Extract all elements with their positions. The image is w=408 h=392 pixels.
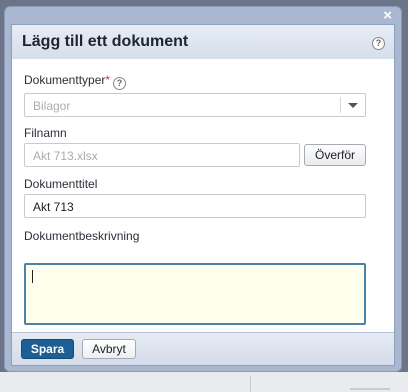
dialog-title: Lägg till ett dokument	[22, 33, 189, 50]
document-description-label: Dokumentbeskrivning	[24, 229, 140, 243]
dialog-titlebar: Lägg till ett dokument ?	[12, 25, 394, 60]
help-icon[interactable]: ?	[113, 77, 127, 90]
document-types-label-text: Dokumenttyper	[24, 73, 106, 87]
text-caret	[32, 270, 33, 283]
document-title-field[interactable]: Akt 713	[24, 194, 366, 218]
background-page-strip	[0, 372, 408, 392]
dialog-footer: Spara Avbryt	[12, 332, 394, 365]
dialog-form: Dokumenttyper*? Bilagor Filnamn Akt 713.…	[12, 59, 394, 333]
add-document-dialog: × Lägg till ett dokument ? Dokumenttyper…	[4, 6, 402, 372]
document-title-label: Dokumenttitel	[24, 177, 98, 191]
close-icon[interactable]: ×	[383, 8, 392, 24]
select-divider	[340, 97, 341, 113]
chevron-down-icon[interactable]	[348, 103, 358, 108]
document-description-field[interactable]	[24, 263, 366, 325]
help-icon[interactable]: ?	[372, 37, 385, 50]
background-divider	[250, 376, 251, 392]
cancel-button[interactable]: Avbryt	[82, 339, 136, 359]
filename-field[interactable]: Akt 713.xlsx	[24, 143, 300, 167]
upload-button[interactable]: Överför	[304, 144, 366, 166]
document-types-selected-value: Bilagor	[33, 99, 71, 113]
save-button[interactable]: Spara	[21, 339, 74, 359]
required-asterisk: *	[105, 73, 111, 87]
dialog-panel: Lägg till ett dokument ? Dokumenttyper*?…	[11, 24, 395, 366]
background-divider	[350, 388, 390, 390]
document-types-label: Dokumenttyper*?	[24, 73, 127, 90]
filename-label: Filnamn	[24, 126, 67, 140]
document-types-select[interactable]: Bilagor	[24, 93, 366, 117]
